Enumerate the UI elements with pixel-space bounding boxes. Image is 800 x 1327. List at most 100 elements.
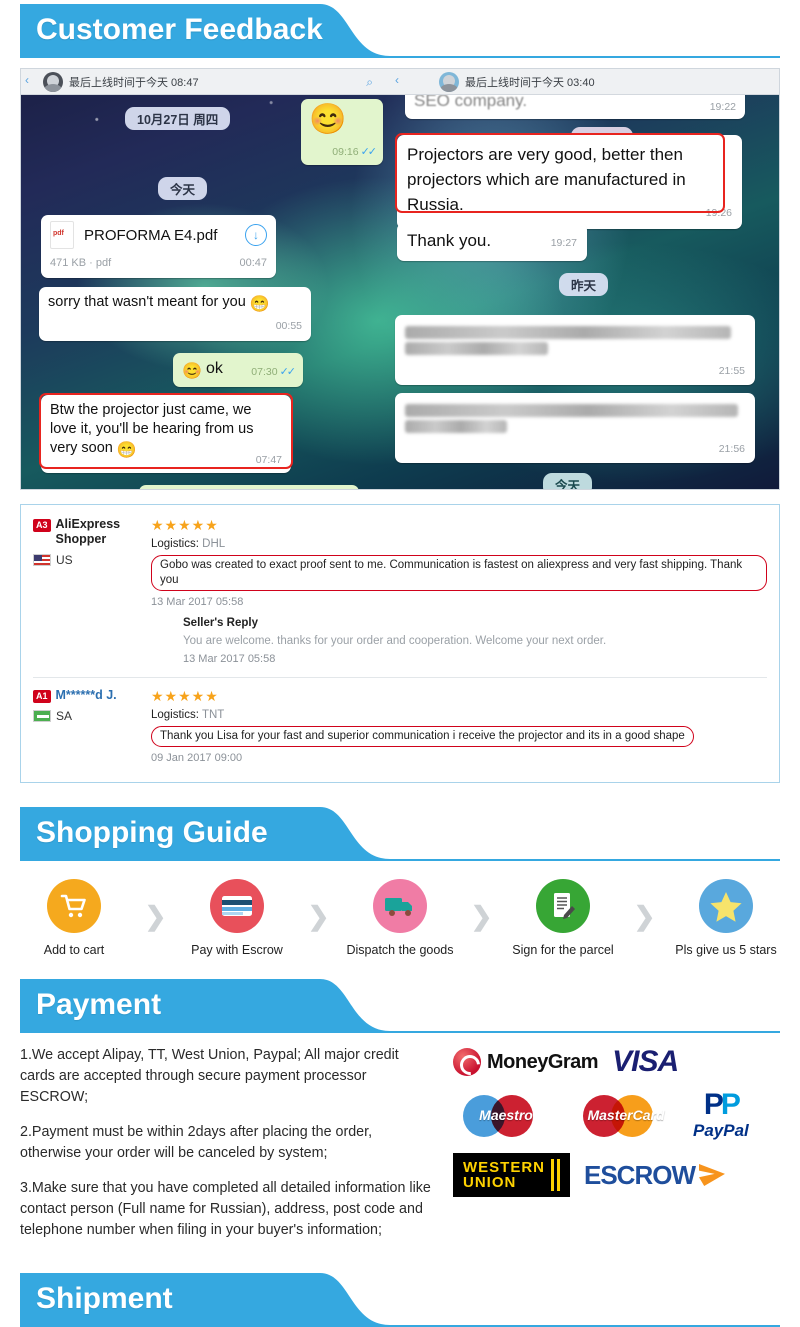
- reviewer-info: A3 AliExpress Shopper US: [33, 517, 141, 665]
- chat-bubble-emoji: 😊 09:16 ✓✓: [301, 99, 383, 165]
- chat-bubbles-left: 10月27日 周四 😊 09:16 ✓✓ 今天 pdf PROFORMA E4.p…: [21, 95, 391, 489]
- grin-emoji-icon: 😁: [249, 296, 270, 313]
- review-date: 13 Mar 2017 05:58: [151, 596, 244, 608]
- pdf-file-name: PROFORMA E4.pdf: [84, 226, 218, 244]
- moneygram-logo: MoneyGram: [453, 1048, 599, 1076]
- chat-pane-right: ‹ 最后上线时间于今天 03:40 SEO company. 19:22 星期六…: [391, 69, 779, 489]
- search-icon[interactable]: ⌕: [366, 75, 373, 90]
- seller-reply-text: You are welcome. thanks for your order a…: [183, 635, 607, 647]
- pdf-file-size: 471 KB · pdf: [50, 257, 112, 269]
- chat-header-left: ‹ 最后上线时间于今天 08:47 ⌕: [21, 69, 391, 95]
- logo-row-2: Maestro MasterCard PP PayPal: [453, 1088, 780, 1141]
- bubble-timestamp: 21:56: [718, 443, 745, 455]
- payment-terms: 1.We accept Alipay, TT, West Union, Payp…: [20, 1045, 435, 1255]
- chevron-right-icon: ❯: [470, 901, 493, 931]
- read-receipt-icon: ✓✓: [360, 146, 378, 158]
- bubble-timestamp: 07:30: [251, 366, 278, 378]
- moneygram-globe-icon: [453, 1048, 481, 1076]
- download-icon[interactable]: ↓: [245, 224, 267, 246]
- paypal-mark-icon: PP: [703, 1088, 741, 1121]
- rating-stars: ★★★★★: [151, 517, 219, 533]
- bubble-timestamp: 21:55: [718, 365, 745, 377]
- logistics-line: Logistics: DHL: [151, 538, 767, 550]
- chat-message-text: Btw the projector just came, we love it,…: [50, 402, 254, 456]
- blurred-text: [405, 404, 739, 417]
- review-date: 09 Jan 2017 09:00: [151, 752, 243, 764]
- credit-card-icon: [210, 879, 264, 933]
- blurred-text: [405, 420, 507, 433]
- chat-pane-left: ‹ 最后上线时间于今天 08:47 ⌕ 10月27日 周四 😊 09:16 ✓✓ …: [21, 69, 391, 489]
- chat-message-text: ok: [205, 360, 223, 377]
- guide-step-five-stars: Pls give us 5 stars: [672, 879, 780, 957]
- day-divider-chip-today: 今天: [158, 177, 208, 200]
- page-title-shipment: Shipment: [36, 1282, 173, 1315]
- western-union-line-1: WESTERN: [463, 1159, 545, 1176]
- bubble-timestamp: 00:47: [239, 257, 267, 269]
- seller-reply-title: Seller's Reply: [183, 617, 258, 629]
- chat-message-text: Thank you.: [407, 231, 492, 250]
- paypal-logo: PP PayPal: [693, 1088, 749, 1141]
- bubble-timestamp: 19:26: [705, 207, 732, 219]
- reviewer-country: US: [56, 553, 73, 567]
- banner-underline: [20, 859, 780, 861]
- review-item: A1 M******d J. SA ★★★★★ Logistics: TNT T…: [33, 677, 767, 770]
- visa-logo: VISA: [612, 1045, 679, 1078]
- chevron-right-icon: ❯: [307, 901, 330, 931]
- page-title-payment: Payment: [36, 988, 162, 1021]
- banner-underline: [20, 1031, 780, 1033]
- sa-flag-icon: [33, 710, 51, 722]
- guide-step-dispatch: Dispatch the goods: [346, 879, 454, 957]
- logistics-label: Logistics:: [151, 538, 199, 550]
- guide-step-label: Add to cart: [43, 943, 105, 957]
- guide-step-pay-with-escrow: Pay with Escrow: [183, 879, 291, 957]
- customer-reviews-list: A3 AliExpress Shopper US ★★★★★ Logistics…: [20, 504, 780, 783]
- logo-row-3: WESTERN UNION ESCROW: [453, 1153, 780, 1197]
- chevron-right-icon: ❯: [144, 901, 167, 931]
- delivery-truck-icon: [373, 879, 427, 933]
- bubble-timestamp: 09:16: [332, 146, 359, 158]
- smiley-emoji-icon: 😊: [309, 103, 347, 136]
- logistics-value: DHL: [202, 538, 226, 550]
- reviewer-info: A1 M******d J. SA: [33, 688, 141, 764]
- western-union-bars-icon: [551, 1159, 560, 1191]
- chat-bubbles-right: SEO company. 19:22 星期六 Projectors are ve…: [391, 85, 779, 489]
- us-flag-icon: [33, 554, 51, 566]
- western-union-logo: WESTERN UNION: [453, 1153, 570, 1197]
- shopping-cart-icon: [47, 879, 101, 933]
- logo-row-1: MoneyGram VISA: [453, 1045, 780, 1079]
- chat-bubble-projectors: Projectors are very good, better then pr…: [397, 135, 742, 229]
- escrow-logo: ESCROW: [584, 1160, 725, 1191]
- buyer-level-badge: A3: [33, 519, 51, 532]
- rating-stars: ★★★★★: [151, 688, 219, 704]
- chat-bubble-blurred-2: 21:56: [395, 393, 755, 463]
- bubble-timestamp: 19:27: [550, 237, 577, 249]
- blurred-text: [405, 342, 548, 355]
- chat-bubble-thankyou: Thank you. 19:27: [397, 223, 587, 261]
- day-divider-chip-yesterday: 昨天: [559, 273, 609, 296]
- guide-step-label: Dispatch the goods: [346, 943, 454, 957]
- western-union-line-2: UNION: [463, 1174, 517, 1191]
- logistics-line: Logistics: TNT: [151, 709, 767, 721]
- avatar: [439, 71, 459, 92]
- day-divider-chip-today: 今天: [543, 473, 593, 489]
- review-item: A3 AliExpress Shopper US ★★★★★ Logistics…: [33, 515, 767, 671]
- reviewer-country: SA: [56, 709, 73, 723]
- contact-last-seen: 最后上线时间于今天 03:40: [465, 76, 595, 89]
- banner-underline: [20, 56, 780, 58]
- chat-message-text: sorry that wasn't meant for you: [48, 294, 246, 310]
- back-arrow-icon[interactable]: ‹: [395, 73, 399, 87]
- payment-content: 1.We accept Alipay, TT, West Union, Payp…: [20, 1045, 780, 1255]
- logistics-value: TNT: [201, 709, 225, 721]
- mastercard-wordmark: MasterCard: [587, 1107, 665, 1123]
- chat-screenshot: ‹ 最后上线时间于今天 08:47 ⌕ 10月27日 周四 😊 09:16 ✓✓ …: [20, 68, 780, 490]
- smiley-emoji-icon: 😊: [182, 363, 202, 380]
- payment-paragraph: 1.We accept Alipay, TT, West Union, Payp…: [20, 1047, 399, 1105]
- reviewer-name[interactable]: M******d J.: [56, 688, 117, 703]
- back-arrow-icon[interactable]: ‹: [25, 73, 29, 87]
- payment-paragraph: 3.Make sure that you have completed all …: [20, 1180, 431, 1238]
- chevron-right-icon: ❯: [633, 901, 656, 931]
- logistics-label: Logistics:: [151, 709, 199, 721]
- avatar: [43, 71, 63, 92]
- seller-reply: Seller's Reply You are welcome. thanks f…: [183, 617, 767, 665]
- mastercard-logo: MasterCard: [573, 1093, 679, 1139]
